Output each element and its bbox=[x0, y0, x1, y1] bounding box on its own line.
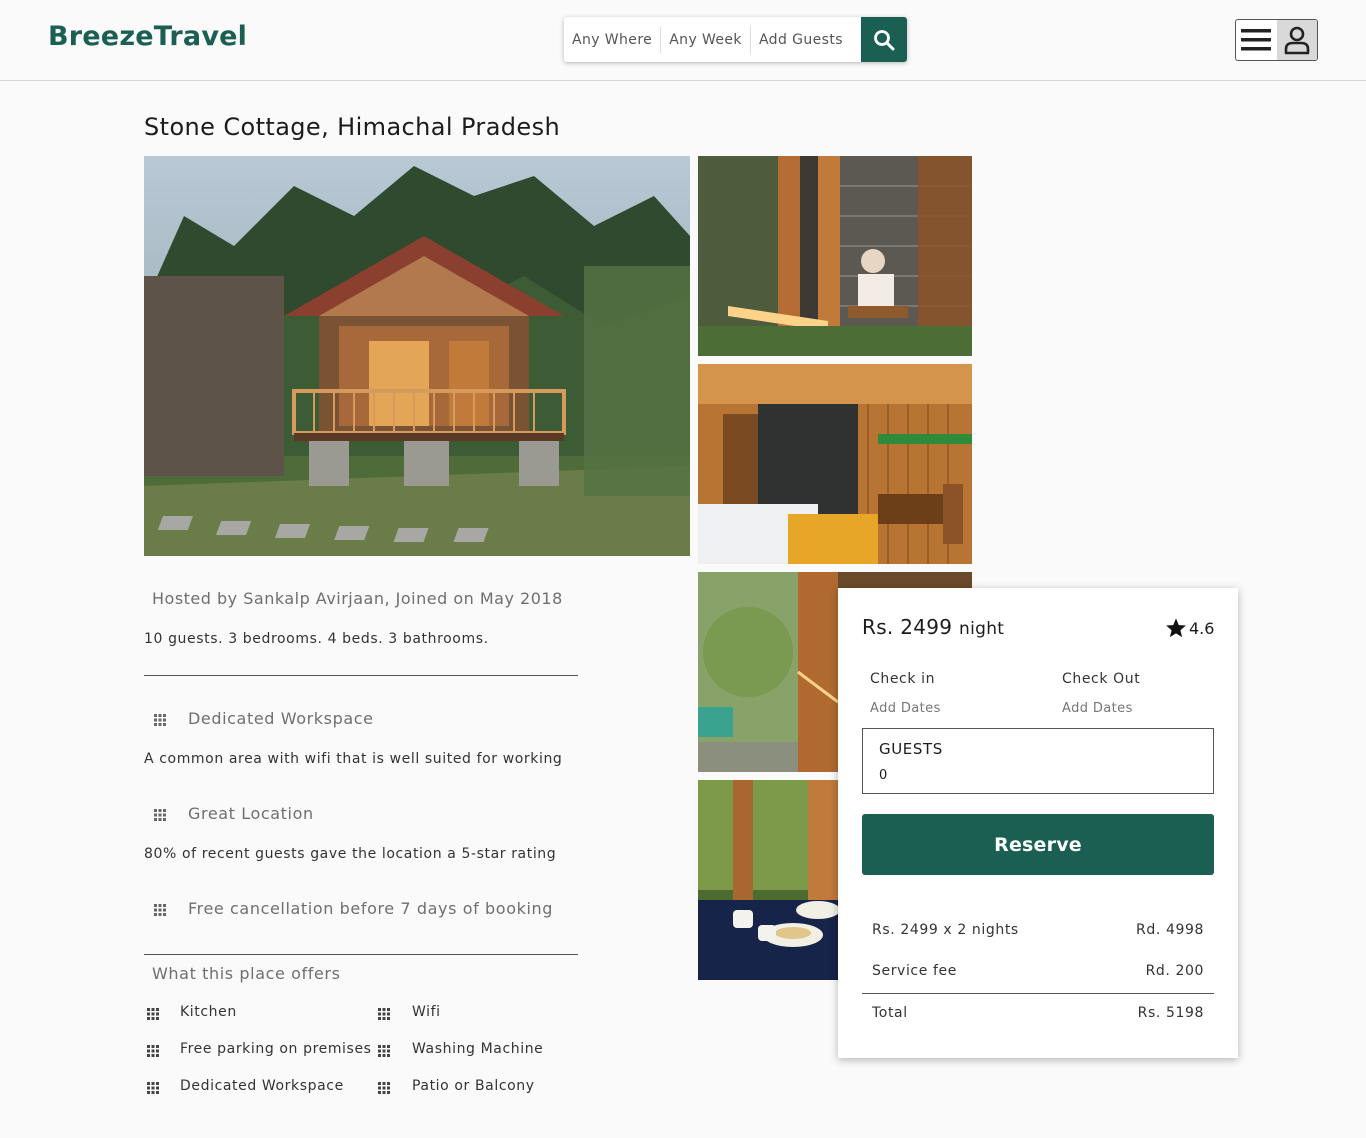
user-icon bbox=[1284, 26, 1310, 55]
amenity-item: Patio or Balcony bbox=[412, 1078, 535, 1094]
nightly-price: Rs. 2499 night bbox=[862, 615, 1004, 639]
search-bar: Any Where Any Week Add Guests bbox=[564, 17, 907, 62]
checkout-label: Check Out bbox=[1062, 671, 1141, 687]
search-button[interactable] bbox=[861, 17, 907, 62]
grid-icon bbox=[147, 1045, 159, 1057]
section-divider bbox=[144, 675, 578, 676]
price-line-value: Rd. 4998 bbox=[1136, 922, 1204, 938]
price-unit: night bbox=[959, 619, 1005, 639]
user-menu-button[interactable] bbox=[1235, 19, 1318, 61]
rating-value: 4.6 bbox=[1189, 618, 1215, 638]
checkin-label: Check in bbox=[870, 671, 936, 687]
feature-description: 80% of recent guests gave the location a… bbox=[144, 846, 557, 862]
grid-icon bbox=[378, 1082, 390, 1094]
checkout-field[interactable]: Add Dates bbox=[1062, 701, 1133, 716]
gallery-photo-porch[interactable] bbox=[698, 156, 972, 356]
search-when[interactable]: Any Week bbox=[661, 25, 751, 54]
section-divider bbox=[144, 954, 578, 955]
host-info: Hosted by Sankalp Avirjaan, Joined on Ma… bbox=[152, 589, 563, 608]
booking-card: Rs. 2499 night 4.6 Check in Add Dates Ch… bbox=[838, 588, 1238, 1058]
feature-description: A common area with wifi that is well sui… bbox=[144, 751, 563, 767]
search-guests[interactable]: Add Guests bbox=[751, 26, 851, 54]
brand-logo[interactable]: BreezeTravel bbox=[48, 21, 247, 52]
top-navigation-bar: BreezeTravel Any Where Any Week Add Gues… bbox=[0, 0, 1366, 81]
hamburger-icon bbox=[1241, 29, 1272, 51]
amenity-item: Wifi bbox=[412, 1004, 441, 1020]
grid-icon bbox=[147, 1008, 159, 1020]
amenity-item: Free parking on premises bbox=[180, 1041, 372, 1057]
guests-label: GUESTS bbox=[879, 740, 943, 758]
menu-toggle[interactable] bbox=[1236, 20, 1277, 60]
amenity-item: Kitchen bbox=[180, 1004, 237, 1020]
feature-title: Dedicated Workspace bbox=[188, 709, 374, 728]
star-icon bbox=[1166, 618, 1186, 638]
total-value: Rs. 5198 bbox=[1137, 1005, 1204, 1021]
search-where[interactable]: Any Where bbox=[564, 25, 662, 54]
grid-icon bbox=[147, 1082, 159, 1094]
grid-icon bbox=[378, 1008, 390, 1020]
grid-icon bbox=[154, 904, 166, 916]
search-icon bbox=[874, 29, 895, 50]
guests-field[interactable]: GUESTS bbox=[862, 728, 1214, 794]
profile-toggle[interactable] bbox=[1276, 20, 1317, 60]
service-fee-value: Rd. 200 bbox=[1145, 963, 1204, 979]
grid-icon bbox=[154, 809, 166, 821]
grid-icon bbox=[154, 714, 166, 726]
amenity-item: Dedicated Workspace bbox=[180, 1078, 344, 1094]
main-photo[interactable] bbox=[144, 156, 690, 556]
amenity-item: Washing Machine bbox=[412, 1041, 544, 1057]
listing-title: Stone Cottage, Himachal Pradesh bbox=[144, 113, 561, 141]
offers-title: What this place offers bbox=[152, 964, 341, 983]
total-divider bbox=[862, 993, 1214, 994]
listing-capacity: 10 guests. 3 bedrooms. 4 beds. 3 bathroo… bbox=[144, 631, 489, 647]
rating: 4.6 bbox=[1165, 617, 1214, 639]
grid-icon bbox=[378, 1045, 390, 1057]
feature-title: Free cancellation before 7 days of booki… bbox=[188, 899, 553, 918]
feature-title: Great Location bbox=[188, 804, 314, 823]
total-label: Total bbox=[872, 1005, 908, 1021]
guests-input[interactable] bbox=[873, 765, 1043, 785]
gallery-photo-bedroom[interactable] bbox=[698, 364, 972, 564]
reserve-button[interactable]: Reserve bbox=[862, 814, 1214, 875]
price-amount: Rs. 2499 bbox=[862, 615, 953, 639]
price-line-label: Rs. 2499 x 2 nights bbox=[872, 922, 1019, 938]
checkin-field[interactable]: Add Dates bbox=[870, 701, 941, 716]
service-fee-label: Service fee bbox=[872, 963, 957, 979]
